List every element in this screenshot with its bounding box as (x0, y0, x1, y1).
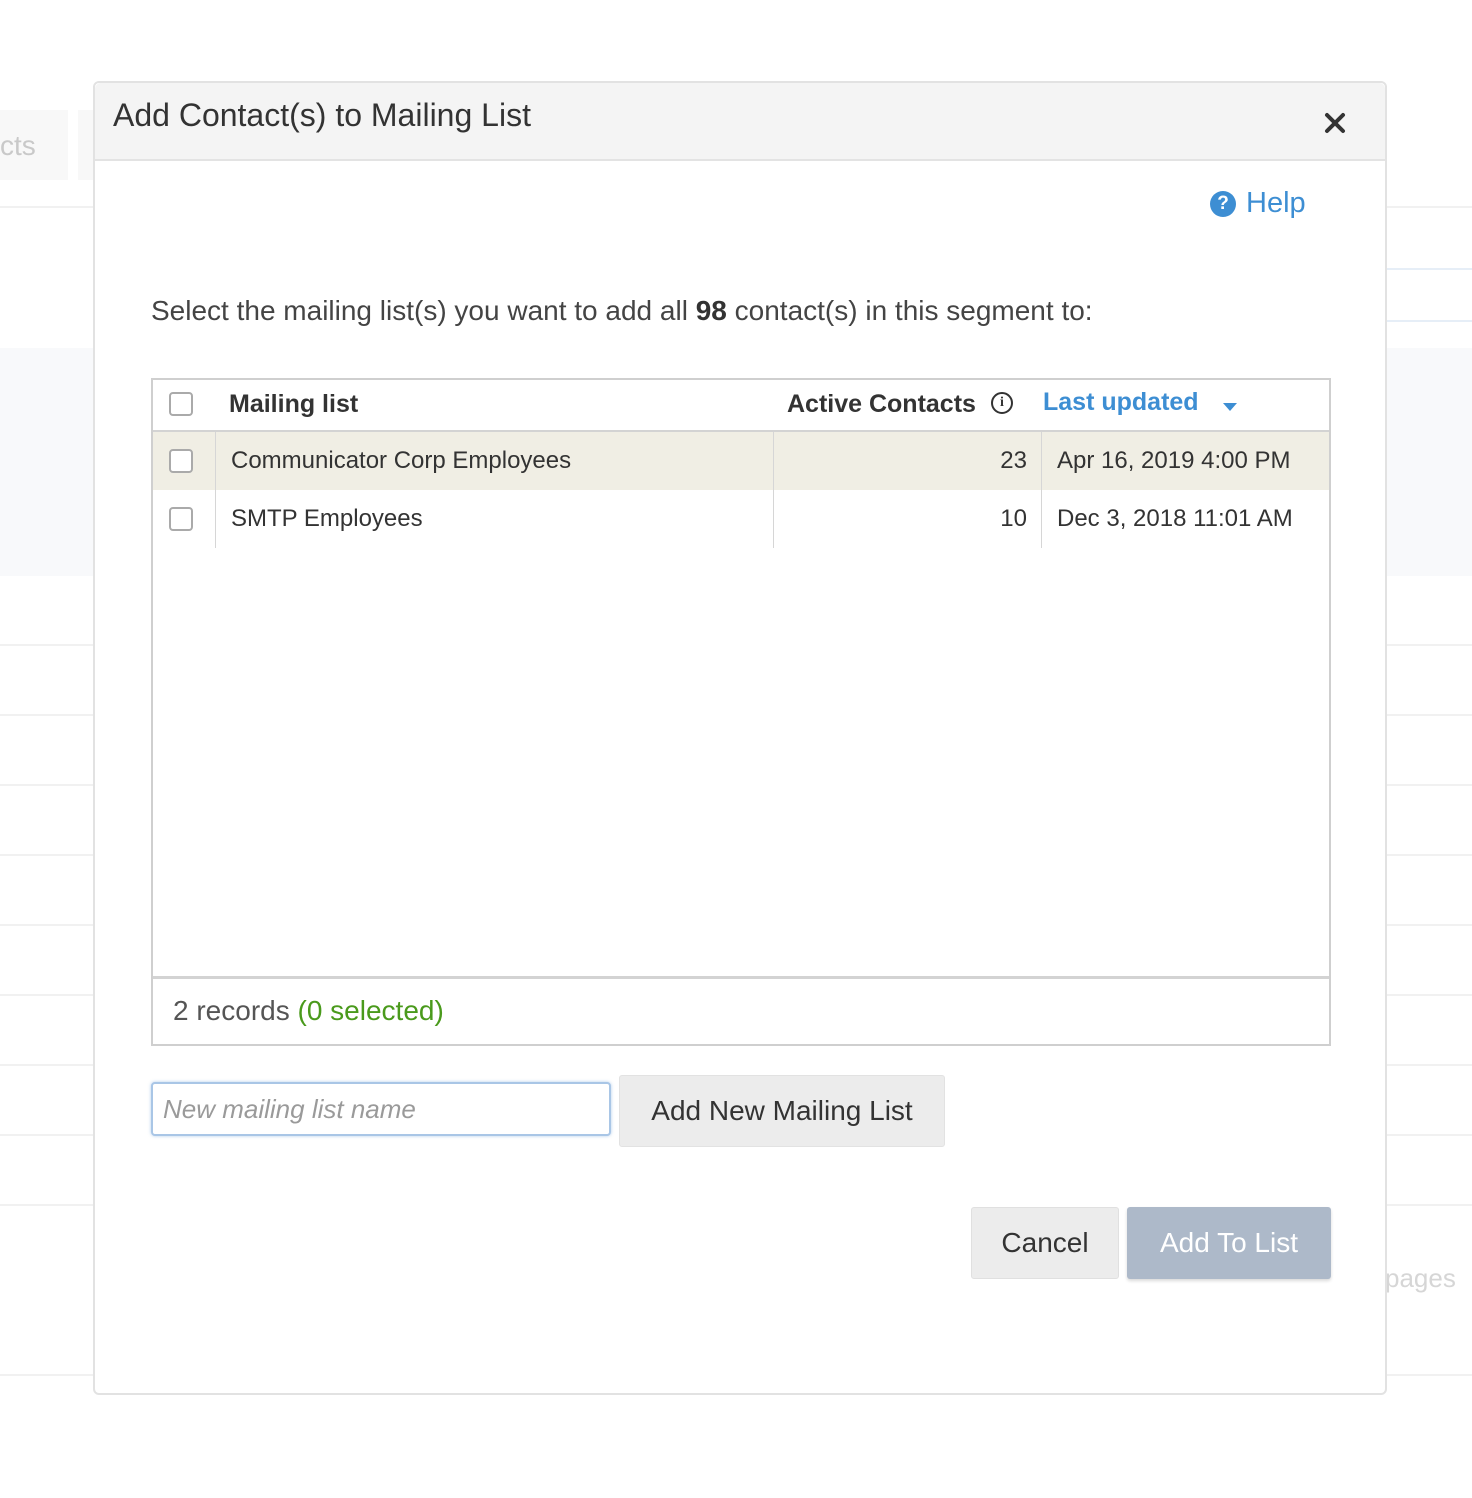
add-to-list-button[interactable]: Add To List (1127, 1207, 1331, 1279)
instruction-after: contact(s) in this segment to: (726, 295, 1093, 326)
column-divider (1041, 490, 1042, 548)
sort-descending-icon[interactable] (1223, 403, 1237, 411)
table-footer: 2 records (0 selected) (153, 976, 1329, 1044)
close-icon[interactable] (1317, 105, 1353, 141)
last-updated-date: Dec 3, 2018 11:01 AM (1057, 505, 1293, 532)
dialog-header: Add Contact(s) to Mailing List (95, 83, 1385, 161)
info-icon[interactable]: i (991, 392, 1013, 414)
selected-count: (0 selected) (297, 995, 444, 1026)
active-contacts-count: 10 (1000, 505, 1027, 532)
table-row[interactable]: Communicator Corp Employees 23 Apr 16, 2… (153, 432, 1329, 490)
records-summary: 2 records (0 selected) (173, 995, 444, 1027)
cancel-button[interactable]: Cancel (971, 1207, 1119, 1279)
row-checkbox[interactable] (169, 507, 193, 531)
background-divider (1380, 320, 1472, 322)
last-updated-date: Apr 16, 2019 4:00 PM (1057, 447, 1291, 474)
add-to-mailing-list-dialog: Add Contact(s) to Mailing List ? Help Se… (93, 81, 1387, 1395)
column-header-active-contacts[interactable]: Active Contacts (787, 390, 976, 419)
new-mailing-list-name-input[interactable] (151, 1082, 611, 1136)
background-tab-label: cts (0, 130, 36, 161)
select-all-checkbox[interactable] (169, 392, 193, 416)
help-link[interactable]: ? Help (1210, 187, 1306, 220)
background-divider (1380, 268, 1472, 270)
instruction-before: Select the mailing list(s) you want to a… (151, 295, 696, 326)
column-divider (215, 432, 216, 490)
row-checkbox[interactable] (169, 449, 193, 473)
column-header-mailing-list[interactable]: Mailing list (229, 390, 358, 419)
background-pages-label: pages (1385, 1263, 1456, 1293)
column-header-last-updated[interactable]: Last updated (1043, 388, 1199, 417)
table-header: Mailing list Active Contacts i Last upda… (153, 380, 1329, 432)
help-label: Help (1246, 187, 1306, 219)
question-circle-icon: ? (1210, 190, 1236, 217)
active-contacts-count: 23 (1000, 447, 1027, 474)
instruction-text: Select the mailing list(s) you want to a… (151, 295, 1093, 327)
records-count: 2 records (173, 995, 290, 1026)
add-new-mailing-list-button[interactable]: Add New Mailing List (619, 1075, 945, 1147)
mailing-list-name: SMTP Employees (231, 505, 423, 532)
column-divider (215, 490, 216, 548)
contact-count: 98 (695, 295, 727, 326)
dialog-title: Add Contact(s) to Mailing List (113, 97, 531, 133)
mailing-list-table: Mailing list Active Contacts i Last upda… (151, 378, 1331, 1046)
column-divider (1041, 432, 1042, 490)
table-row[interactable]: SMTP Employees 10 Dec 3, 2018 11:01 AM (153, 490, 1329, 548)
mailing-list-name: Communicator Corp Employees (231, 447, 572, 474)
